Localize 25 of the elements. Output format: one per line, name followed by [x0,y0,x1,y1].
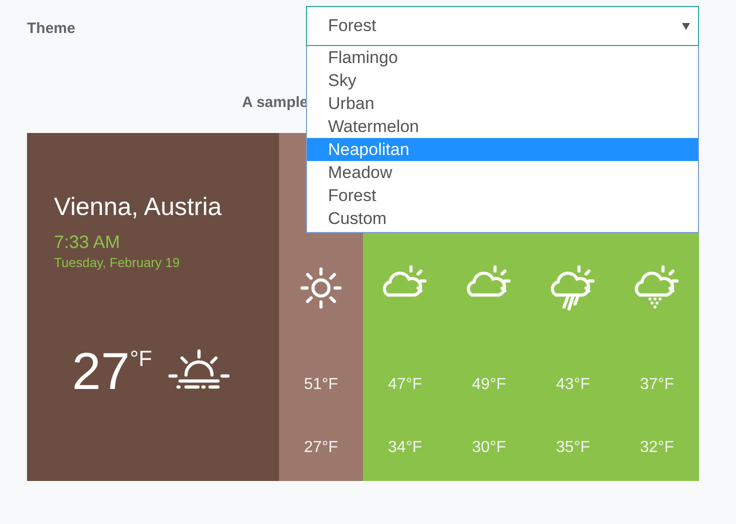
local-time: 7:33 AM [54,232,122,253]
sun-icon [298,265,344,311]
theme-option[interactable]: Forest [307,184,698,207]
low-temperature: 35°F [556,439,590,457]
theme-option[interactable]: Urban [307,92,698,115]
low-temperature: 34°F [388,439,422,457]
low-temperature: 32°F [640,439,674,457]
sample-caption: A sample [242,94,308,111]
high-temperature: 37°F [640,376,674,394]
local-date: Tuesday, February 19 [54,255,181,270]
high-temperature: 47°F [388,376,422,394]
theme-option[interactable]: Sky [307,69,698,92]
theme-label: Theme [27,20,76,37]
theme-option[interactable]: Meadow [307,161,698,184]
theme-option[interactable]: Watermelon [307,115,698,138]
low-temperature: 27°F [304,439,338,457]
high-temperature: 49°F [472,376,506,394]
caret-icon [682,22,690,30]
theme-option[interactable]: Custom [307,207,698,230]
theme-option[interactable]: Flamingo [307,46,698,69]
low-temperature: 30°F [472,439,506,457]
city-name: Vienna, Austria [54,193,223,222]
high-temperature: 43°F [556,376,590,394]
high-temperature: 51°F [304,376,338,394]
theme-select[interactable]: Forest [306,6,699,46]
